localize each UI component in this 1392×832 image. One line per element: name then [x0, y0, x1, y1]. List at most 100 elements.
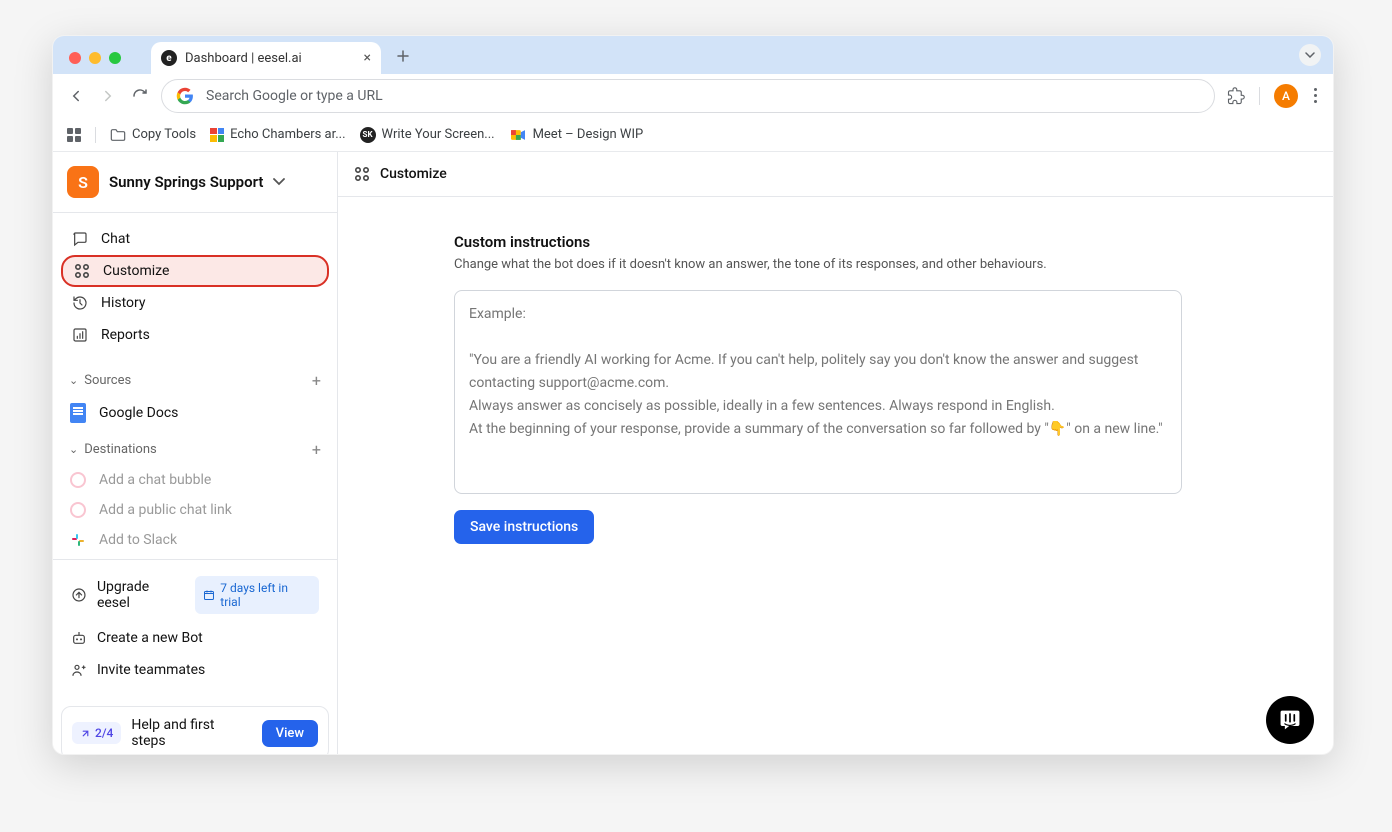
- progress-badge: 2/4: [72, 722, 121, 744]
- intercom-launcher[interactable]: [1266, 696, 1314, 744]
- minimize-window-button[interactable]: [89, 52, 101, 64]
- create-bot-label: Create a new Bot: [97, 630, 203, 646]
- workspace-badge-icon: S: [67, 166, 99, 198]
- bookmark-copy-tools[interactable]: Copy Tools: [110, 127, 196, 142]
- reports-icon: [71, 327, 89, 343]
- sources-section-header[interactable]: ⌄ Sources +: [53, 361, 337, 396]
- chevron-down-icon: ⌄: [69, 443, 78, 456]
- chat-bubble-icon: [69, 472, 87, 488]
- history-icon: [71, 295, 89, 311]
- upgrade-icon: [71, 587, 87, 603]
- invite-label: Invite teammates: [97, 662, 205, 678]
- bookmark-meet-design[interactable]: Meet – Design WIP: [509, 127, 644, 142]
- traffic-lights: [65, 52, 129, 74]
- sidebar-item-reports[interactable]: Reports: [61, 319, 329, 351]
- add-destination-button[interactable]: +: [312, 440, 321, 459]
- section-label: Sources: [84, 373, 131, 388]
- section-label: Destinations: [84, 442, 157, 457]
- create-bot-button[interactable]: Create a new Bot: [61, 622, 329, 654]
- expand-tabs-button[interactable]: [1299, 44, 1321, 66]
- nav-list: Chat Customize History Reports: [53, 213, 337, 361]
- sidebar-bottom: Upgrade eesel 7 days left in trial Creat…: [53, 560, 337, 698]
- save-instructions-button[interactable]: Save instructions: [454, 510, 594, 544]
- destination-label: Add to Slack: [99, 532, 177, 548]
- nav-label: Reports: [101, 327, 150, 343]
- tab-dashboard[interactable]: e Dashboard | eesel.ai ×: [151, 42, 381, 74]
- sidebar-item-chat[interactable]: Chat: [61, 223, 329, 255]
- sidebar-item-history[interactable]: History: [61, 287, 329, 319]
- destination-chat-bubble[interactable]: Add a chat bubble: [53, 465, 337, 495]
- bookmarks-bar: Copy Tools Echo Chambers ar... SK Write …: [53, 118, 1333, 152]
- sidebar-item-customize[interactable]: Customize: [61, 255, 329, 287]
- maximize-window-button[interactable]: [109, 52, 121, 64]
- extensions-icon[interactable]: [1227, 87, 1245, 105]
- source-google-docs[interactable]: Google Docs: [53, 396, 337, 430]
- trial-badge: 7 days left in trial: [195, 576, 319, 614]
- add-source-button[interactable]: +: [312, 371, 321, 390]
- main-header: Customize: [338, 152, 1333, 197]
- divider: [1259, 87, 1260, 105]
- url-text: Search Google or type a URL: [206, 88, 383, 104]
- bookmark-label: Echo Chambers ar...: [230, 127, 345, 142]
- back-button[interactable]: [67, 87, 85, 105]
- source-label: Google Docs: [99, 405, 178, 421]
- chevron-down-icon: ⌄: [69, 374, 78, 387]
- intercom-icon: [1278, 708, 1302, 732]
- destination-public-link[interactable]: Add a public chat link: [53, 495, 337, 525]
- workspace-name: Sunny Springs Support: [109, 173, 263, 191]
- bot-icon: [71, 630, 87, 646]
- sk-icon: SK: [360, 127, 376, 143]
- main-body: Custom instructions Change what the bot …: [338, 197, 1188, 544]
- tab-favicon-icon: e: [161, 50, 177, 66]
- chrome-actions: A: [1227, 84, 1319, 108]
- help-card: 2/4 Help and first steps View: [61, 706, 329, 754]
- bookmark-write-your-screen[interactable]: SK Write Your Screen...: [360, 127, 495, 143]
- bookmark-label: Copy Tools: [132, 127, 196, 142]
- color-grid-icon: [210, 128, 224, 142]
- nav-label: History: [101, 295, 146, 311]
- upgrade-label: Upgrade eesel: [97, 579, 185, 611]
- apps-icon[interactable]: [67, 128, 81, 142]
- app-content: S Sunny Springs Support Chat Customize H…: [53, 152, 1333, 754]
- forward-button[interactable]: [99, 87, 117, 105]
- google-docs-icon: [69, 403, 87, 423]
- nav-label: Chat: [101, 231, 130, 247]
- address-bar-row: Search Google or type a URL A: [53, 74, 1333, 118]
- destination-slack[interactable]: Add to Slack: [53, 525, 337, 555]
- upgrade-button[interactable]: Upgrade eesel 7 days left in trial: [61, 568, 329, 622]
- main-panel: Customize Custom instructions Change wha…: [338, 152, 1333, 754]
- reload-button[interactable]: [131, 87, 149, 105]
- meet-icon: [509, 128, 527, 142]
- help-text: Help and first steps: [131, 717, 251, 749]
- browser-window: e Dashboard | eesel.ai ×: [52, 35, 1334, 755]
- google-icon: [176, 87, 194, 105]
- globe-icon: [69, 502, 87, 518]
- destinations-section-header[interactable]: ⌄ Destinations +: [53, 430, 337, 465]
- tabs: e Dashboard | eesel.ai ×: [151, 42, 417, 74]
- instructions-textarea[interactable]: [454, 290, 1182, 494]
- tab-close-icon[interactable]: ×: [364, 50, 371, 66]
- section-description: Change what the bot does if it doesn't k…: [454, 257, 1188, 272]
- bookmark-label: Write Your Screen...: [382, 127, 495, 142]
- divider: [95, 127, 96, 143]
- customize-icon: [354, 166, 370, 182]
- chat-icon: [71, 231, 89, 247]
- profile-avatar[interactable]: A: [1274, 84, 1298, 108]
- new-tab-button[interactable]: [389, 42, 417, 70]
- bookmark-echo-chambers[interactable]: Echo Chambers ar...: [210, 127, 345, 142]
- invite-teammates-button[interactable]: Invite teammates: [61, 654, 329, 686]
- tab-title: Dashboard | eesel.ai: [185, 51, 302, 66]
- section-heading: Custom instructions: [454, 233, 1188, 251]
- workspace-switcher[interactable]: S Sunny Springs Support: [53, 152, 337, 213]
- view-help-button[interactable]: View: [262, 720, 318, 747]
- sidebar: S Sunny Springs Support Chat Customize H…: [53, 152, 338, 754]
- chevron-down-icon: [273, 178, 285, 186]
- tab-bar: e Dashboard | eesel.ai ×: [53, 36, 1333, 74]
- nav-buttons: [67, 87, 149, 105]
- url-bar[interactable]: Search Google or type a URL: [161, 79, 1215, 113]
- slack-icon: [69, 532, 87, 548]
- close-window-button[interactable]: [69, 52, 81, 64]
- destination-label: Add a public chat link: [99, 502, 232, 518]
- page-title: Customize: [380, 166, 447, 182]
- chrome-menu-icon[interactable]: [1312, 86, 1319, 105]
